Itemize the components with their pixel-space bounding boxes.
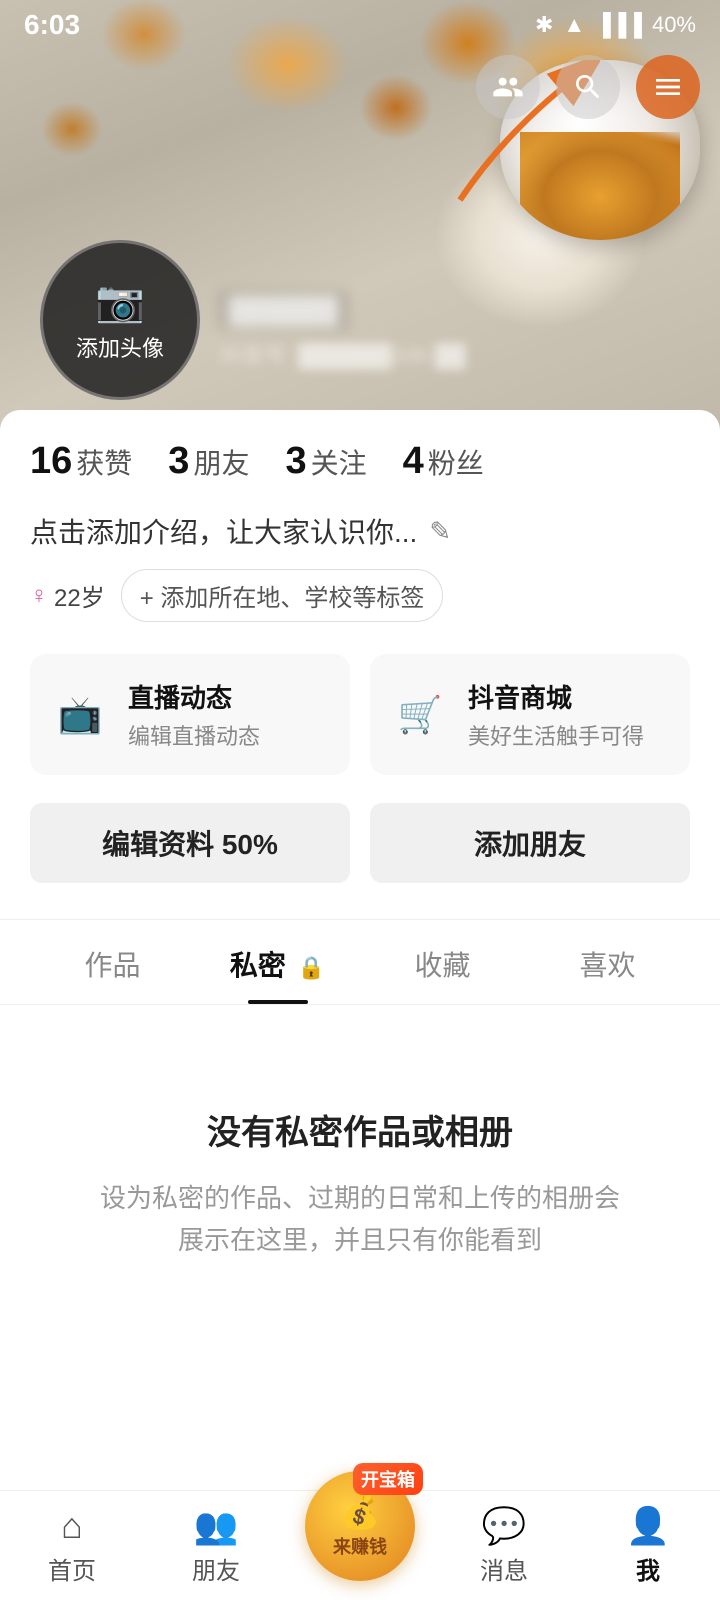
- nav-home-label: 首页: [48, 1551, 96, 1586]
- tab-works[interactable]: 作品: [30, 920, 195, 1004]
- add-tag-label: + 添加所在地、学校等标签: [140, 578, 425, 613]
- tab-likes[interactable]: 喜欢: [525, 920, 690, 1004]
- shop-icon: 🛒: [390, 685, 450, 745]
- menu-button[interactable]: [636, 55, 700, 119]
- edit-profile-button[interactable]: 编辑资料 50%: [30, 803, 350, 883]
- tab-collection[interactable]: 收藏: [360, 920, 525, 1004]
- stat-following[interactable]: 3 关注: [285, 440, 366, 483]
- live-stream-card[interactable]: 📺 直播动态 编辑直播动态: [30, 654, 350, 775]
- me-icon: 👤: [626, 1505, 671, 1547]
- nav-me-label: 我: [636, 1551, 660, 1586]
- live-stream-icon: 📺: [50, 685, 110, 745]
- earn-text: 来赚钱: [333, 1533, 387, 1559]
- nav-earn[interactable]: 开宝箱 💰 来赚钱: [288, 1491, 432, 1600]
- earn-btn-container: 开宝箱 💰 来赚钱: [305, 1471, 415, 1581]
- status-bar: 6:03 ✱ ▲ ▐▐▐ 40%: [0, 0, 720, 50]
- messages-icon: 💬: [482, 1505, 527, 1547]
- gender-icon: ♀: [30, 582, 48, 610]
- bottom-nav: ⌂ 首页 👥 朋友 开宝箱 💰 来赚钱 💬 消息 👤 我: [0, 1490, 720, 1600]
- stat-followers[interactable]: 4 粉丝: [403, 440, 484, 483]
- earn-icon: 💰: [340, 1493, 380, 1531]
- nav-spacer: [30, 1321, 690, 1441]
- username-blurred: ██████: [220, 291, 347, 330]
- add-avatar-label: 添加头像: [76, 331, 164, 363]
- nav-messages-label: 消息: [480, 1551, 528, 1586]
- empty-title: 没有私密作品或相册: [207, 1105, 513, 1154]
- add-friend-button[interactable]: 添加朋友: [370, 803, 690, 883]
- status-time: 6:03: [24, 9, 80, 41]
- wifi-icon: ▲: [563, 12, 585, 38]
- bio-edit-icon[interactable]: ✎: [429, 516, 451, 547]
- header-actions: [476, 55, 700, 119]
- live-stream-subtitle: 编辑直播动态: [128, 719, 260, 751]
- stat-followers-number: 4: [403, 440, 424, 483]
- stat-friends-number: 3: [168, 440, 189, 483]
- stat-following-label: 关注: [311, 442, 367, 482]
- bluetooth-icon: ✱: [535, 12, 553, 38]
- stat-friends-label: 朋友: [193, 442, 249, 482]
- camera-icon: 📷: [95, 278, 145, 325]
- stats-row: 16 获赞 3 朋友 3 关注 4 粉丝: [30, 440, 690, 483]
- signal-icon: ▐▐▐: [595, 12, 642, 38]
- earn-badge: 开宝箱: [353, 1463, 423, 1495]
- friends-nav-icon: 👥: [194, 1505, 239, 1547]
- status-icons: ✱ ▲ ▐▐▐ 40%: [535, 12, 696, 38]
- stat-following-number: 3: [285, 440, 306, 483]
- shop-title: 抖音商城: [468, 678, 644, 715]
- search-button[interactable]: [556, 55, 620, 119]
- profile-avatar[interactable]: 📷 添加头像: [40, 240, 200, 400]
- user-id-blurred: 抖音号: ██████336 ██: [220, 338, 560, 370]
- home-icon: ⌂: [61, 1505, 83, 1547]
- empty-description: 设为私密的作品、过期的日常和上传的相册会展示在这里，并且只有你能看到: [90, 1178, 630, 1261]
- tab-private-label: 私密: [230, 950, 286, 981]
- shop-card[interactable]: 🛒 抖音商城 美好生活触手可得: [370, 654, 690, 775]
- stat-likes[interactable]: 16 获赞: [30, 440, 132, 483]
- bio-text: 点击添加介绍，让大家认识你...: [30, 511, 417, 551]
- main-content: 16 获赞 3 朋友 3 关注 4 粉丝 点击添加介绍，让大家认识你... ✎ …: [0, 410, 720, 1560]
- stat-likes-number: 16: [30, 440, 72, 483]
- feature-cards: 📺 直播动态 编辑直播动态 🛒 抖音商城 美好生活触手可得: [30, 654, 690, 775]
- live-stream-title: 直播动态: [128, 678, 260, 715]
- header-banner: 📷 添加头像 ██████ 抖音号: ██████336 ██: [0, 0, 720, 430]
- nav-friends-label: 朋友: [192, 1551, 240, 1586]
- bio-row[interactable]: 点击添加介绍，让大家认识你... ✎: [30, 511, 690, 551]
- username-area: ██████ 抖音号: ██████336 ██: [220, 291, 560, 370]
- action-buttons: 编辑资料 50% 添加朋友: [30, 803, 690, 883]
- tab-private[interactable]: 私密 🔒: [195, 920, 360, 1004]
- age-tag: ♀ 22岁: [30, 578, 105, 613]
- tabs-row: 作品 私密 🔒 收藏 喜欢: [0, 920, 720, 1004]
- stat-likes-label: 获赞: [76, 442, 132, 482]
- nav-me[interactable]: 👤 我: [576, 1491, 720, 1600]
- friends-button[interactable]: [476, 55, 540, 119]
- nav-messages[interactable]: 💬 消息: [432, 1491, 576, 1600]
- nav-friends[interactable]: 👥 朋友: [144, 1491, 288, 1600]
- lock-icon: 🔒: [298, 955, 325, 980]
- tab-works-label: 作品: [84, 950, 140, 981]
- tags-row: ♀ 22岁 + 添加所在地、学校等标签: [30, 569, 690, 622]
- earn-money-button[interactable]: 开宝箱 💰 来赚钱: [305, 1471, 415, 1581]
- age-label: 22岁: [54, 578, 105, 613]
- stat-followers-label: 粉丝: [428, 442, 484, 482]
- stat-friends[interactable]: 3 朋友: [168, 440, 249, 483]
- battery-icon: 40%: [652, 12, 696, 38]
- empty-state: 没有私密作品或相册 设为私密的作品、过期的日常和上传的相册会展示在这里，并且只有…: [30, 1005, 690, 1321]
- tab-collection-label: 收藏: [414, 950, 470, 981]
- tab-likes-label: 喜欢: [579, 950, 635, 981]
- nav-home[interactable]: ⌂ 首页: [0, 1491, 144, 1600]
- shop-subtitle: 美好生活触手可得: [468, 719, 644, 751]
- add-tag-button[interactable]: + 添加所在地、学校等标签: [121, 569, 444, 622]
